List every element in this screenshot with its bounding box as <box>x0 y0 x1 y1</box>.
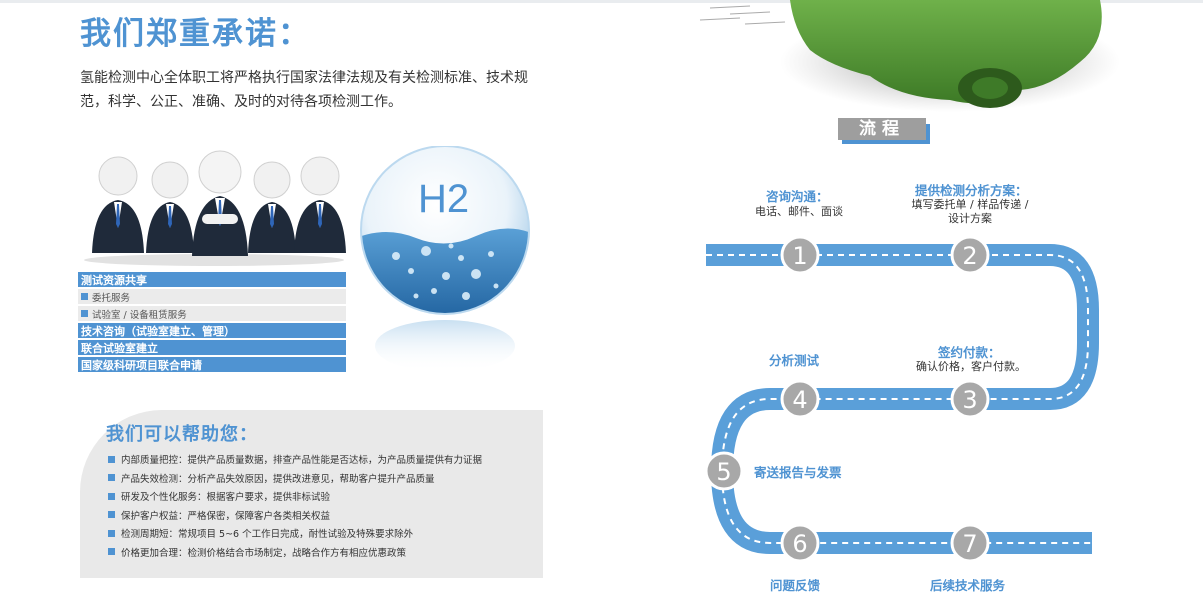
step-6-label: 问题反馈 <box>770 578 821 593</box>
green-grass-car-illustration <box>699 0 1120 112</box>
step-circle-5: 5 <box>704 451 744 491</box>
step-3-desc: 确认价格，客户付款。 <box>916 360 1026 373</box>
step-number: 5 <box>716 458 731 486</box>
step-number: 3 <box>962 386 977 414</box>
square-bullet-icon <box>108 474 115 482</box>
square-bullet-icon <box>81 293 88 300</box>
step-number: 1 <box>792 242 807 270</box>
help-list-item: 检测周期短：常规项目 5~6 个工作日完成，耐性试验及特殊要求除外 <box>108 524 482 543</box>
help-list-item: 产品失效检测：分析产品失效原因，提供改进意见，帮助客户提升产品质量 <box>108 469 482 488</box>
service-label: 委托服务 <box>92 292 131 304</box>
process-road-diagram: 1 2 3 4 5 6 7 <box>704 235 1099 563</box>
person-figure <box>92 156 144 253</box>
service-list: 测试资源共享 委托服务 试验室 / 设备租赁服务 技术咨询（试验室建立、管理） … <box>78 272 346 374</box>
step-2-desc: 填写委托单 / 样品传递 / 设计方案 <box>911 198 1029 225</box>
business-people-illustration <box>84 150 346 266</box>
service-label: 试验室 / 设备租赁服务 <box>92 309 187 321</box>
step-7-label: 后续技术服务 <box>930 578 1006 593</box>
step-circle-4: 4 <box>780 379 820 419</box>
square-bullet-icon <box>108 529 115 537</box>
service-item: 委托服务 <box>78 289 346 304</box>
help-item-text: 检测周期短：常规项目 5~6 个工作日完成，耐性试验及特殊要求除外 <box>121 529 414 541</box>
step-circle-2: 2 <box>950 235 990 275</box>
service-item: 测试资源共享 <box>78 272 346 287</box>
promise-text: 氢能检测中心全体职工将严格执行国家法律法规及有关检测标准、技术规范，科学、公正、… <box>80 70 528 110</box>
help-item-text: 价格更加合理：检测价格结合市场制定，战略合作方有相应优惠政策 <box>121 547 407 559</box>
help-list-item: 研发及个性化服务：根据客户要求，提供非标试验 <box>108 487 482 506</box>
service-label: 国家级科研项目联合申请 <box>81 358 202 372</box>
service-item: 联合试验室建立 <box>78 340 346 355</box>
help-item-text: 内部质量把控：提供产品质量数据，排查产品性能是否达标，为产品质量提供有力证据 <box>121 455 483 467</box>
help-card: 我们可以帮助您： 内部质量把控：提供产品质量数据，排查产品性能是否达标，为产品质… <box>80 410 543 578</box>
step-circle-3: 3 <box>950 379 990 419</box>
service-label: 测试资源共享 <box>81 273 147 287</box>
help-title: 我们可以帮助您： <box>106 424 258 445</box>
step-3-label: 签约付款： <box>938 345 1001 360</box>
square-bullet-icon <box>108 455 115 463</box>
step-number: 6 <box>792 530 807 558</box>
h2-label: H2 <box>418 177 469 221</box>
help-item-text: 产品失效检测：分析产品失效原因，提供改进意见，帮助客户提升产品质量 <box>121 473 435 485</box>
step-4-label: 分析测试 <box>769 353 820 368</box>
service-label: 联合试验室建立 <box>81 341 158 355</box>
promise-title: 我们郑重承诺： <box>80 16 311 52</box>
square-bullet-icon <box>108 548 115 556</box>
step-2-label: 提供检测分析方案： <box>915 183 1028 198</box>
help-list-item: 价格更加合理：检测价格结合市场制定，战略合作方有相应优惠政策 <box>108 543 482 562</box>
square-bullet-icon <box>108 492 115 500</box>
step-circle-7: 7 <box>950 523 990 563</box>
hydrogen-water-sphere-illustration: H2 <box>360 146 530 372</box>
step-number: 2 <box>962 242 977 270</box>
service-item: 国家级科研项目联合申请 <box>78 357 346 372</box>
help-list-item: 保护客户权益：严格保密，保障客户各类相关权益 <box>108 506 482 525</box>
step-1-desc: 电话、邮件、面谈 <box>755 205 843 218</box>
help-item-text: 研发及个性化服务：根据客户要求，提供非标试验 <box>121 492 331 504</box>
step-5-label: 寄送报告与发票 <box>754 465 842 480</box>
step-circle-6: 6 <box>780 523 820 563</box>
step-number: 7 <box>962 530 977 558</box>
step-1-label: 咨询沟通： <box>766 189 829 204</box>
help-list: 内部质量把控：提供产品质量数据，排查产品性能是否达标，为产品质量提供有力证据 产… <box>108 450 482 561</box>
square-bullet-icon <box>81 310 88 317</box>
process-title: 流程 <box>838 118 926 140</box>
help-list-item: 内部质量把控：提供产品质量数据，排查产品性能是否达标，为产品质量提供有力证据 <box>108 450 482 469</box>
square-bullet-icon <box>108 511 115 519</box>
help-item-text: 保护客户权益：严格保密，保障客户各类相关权益 <box>121 510 331 522</box>
step-number: 4 <box>792 386 807 414</box>
service-label: 技术咨询（试验室建立、管理） <box>81 324 235 338</box>
process-badge: 流程 <box>838 118 930 144</box>
service-item: 试验室 / 设备租赁服务 <box>78 306 346 321</box>
step-circle-1: 1 <box>780 235 820 275</box>
service-item: 技术咨询（试验室建立、管理） <box>78 323 346 338</box>
